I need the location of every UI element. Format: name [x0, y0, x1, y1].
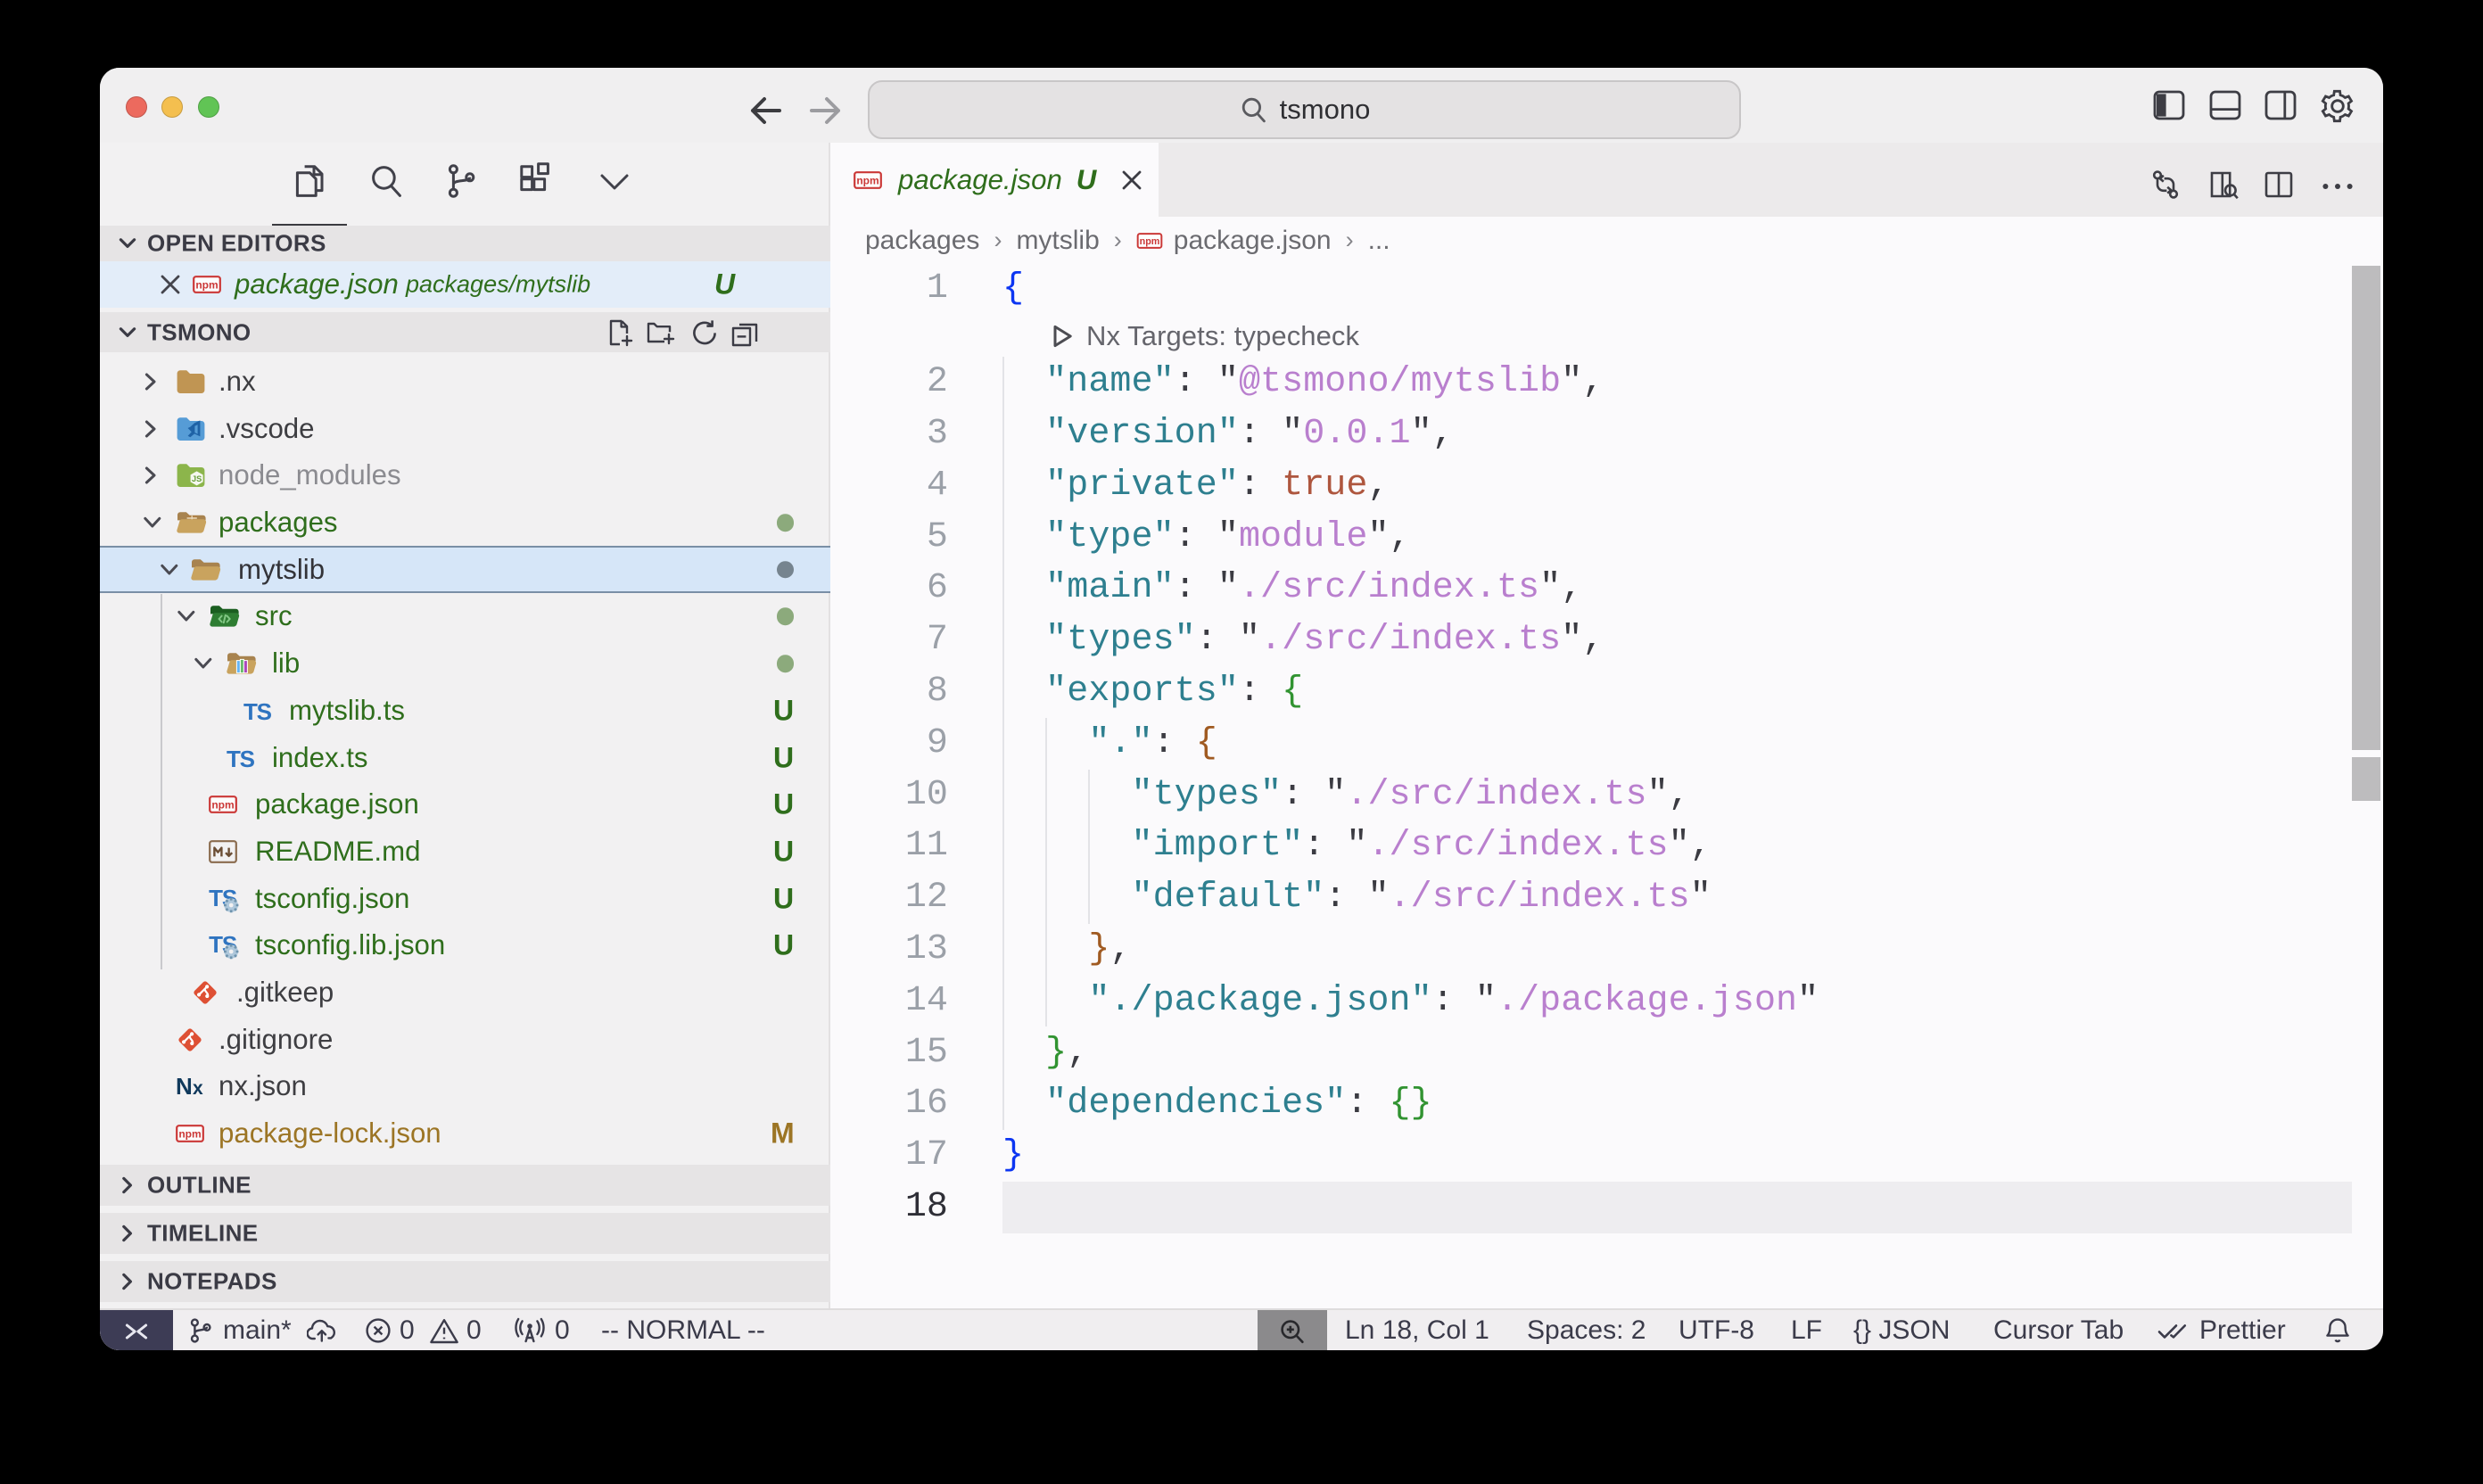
svg-text:TS: TS [227, 746, 255, 771]
svg-text:npm: npm [856, 174, 879, 186]
svg-text:N: N [176, 1075, 193, 1098]
svg-text:npm: npm [178, 1128, 201, 1141]
svg-text:x: x [193, 1078, 203, 1098]
svg-text:npm: npm [211, 799, 234, 812]
svg-text:npm: npm [195, 279, 218, 292]
svg-text:TS: TS [243, 698, 272, 723]
svg-text:JS: JS [192, 474, 202, 483]
